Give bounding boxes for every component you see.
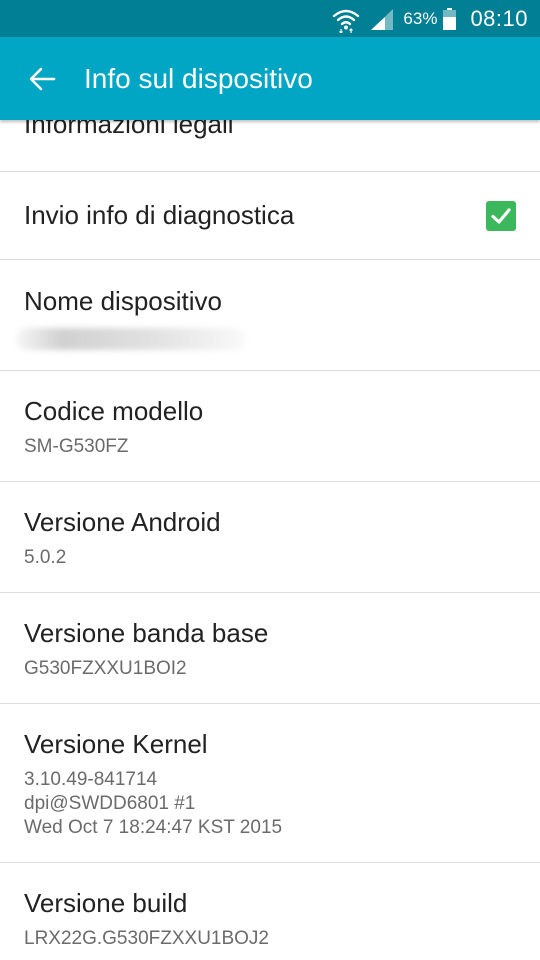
setting-value: 3.10.49-841714 dpi@SWDD6801 #1 Wed Oct 7… <box>24 769 283 838</box>
page-title: Info sul dispositivo <box>84 62 313 94</box>
setting-title: Nome dispositivo <box>24 286 222 316</box>
setting-device-name[interactable]: Nome dispositivo <box>0 260 540 371</box>
back-button[interactable] <box>0 37 84 120</box>
setting-legal-info[interactable]: Informazioni legali <box>0 120 540 172</box>
setting-title: Versione banda base <box>24 618 269 648</box>
check-icon <box>491 208 511 224</box>
app-bar: Info sul dispositivo <box>0 37 540 120</box>
setting-diagnostics[interactable]: Invio info di diagnostica <box>0 172 540 260</box>
setting-value: G530FZXXU1BOI2 <box>24 658 187 679</box>
setting-value: 5.0.2 <box>24 547 67 568</box>
diagnostics-checkbox[interactable] <box>486 201 516 231</box>
setting-title: Codice modello <box>24 396 204 426</box>
setting-value: SM-G530FZ <box>24 436 129 457</box>
setting-build-number[interactable]: Versione build LRX22G.G530FZXXU1BOJ2 <box>0 863 540 960</box>
setting-title: Invio info di diagnostica <box>24 200 295 230</box>
battery-percentage: 63% <box>403 8 438 28</box>
status-bar: 63% 08:10 <box>0 0 540 37</box>
arrow-back-icon <box>29 67 56 90</box>
setting-title: Versione Kernel <box>24 729 208 759</box>
setting-title: Versione build <box>24 888 188 918</box>
setting-value: LRX22G.G530FZXXU1BOJ2 <box>24 928 269 949</box>
setting-android-version[interactable]: Versione Android 5.0.2 <box>0 482 540 593</box>
setting-model-number: Codice modello SM-G530FZ <box>0 371 540 482</box>
wifi-icon <box>333 9 360 33</box>
signal-icon <box>371 8 394 30</box>
redacted-device-name <box>16 328 246 350</box>
setting-title: Informazioni legali <box>24 120 234 139</box>
clock: 08:10 <box>470 5 528 31</box>
settings-list[interactable]: Informazioni legali Invio info di diagno… <box>0 120 540 960</box>
setting-baseband-version: Versione banda base G530FZXXU1BOI2 <box>0 593 540 704</box>
setting-title: Versione Android <box>24 507 221 537</box>
battery-icon <box>443 7 457 30</box>
setting-kernel-version: Versione Kernel 3.10.49-841714 dpi@SWDD6… <box>0 704 540 863</box>
